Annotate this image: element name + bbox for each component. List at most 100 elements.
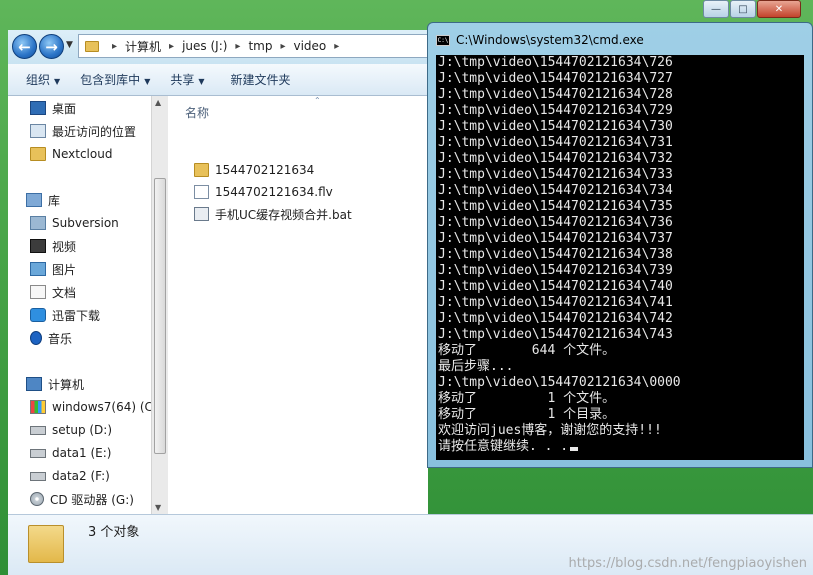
- console-line: J:\tmp\video\1544702121634\731: [438, 135, 673, 150]
- new-folder-button[interactable]: 新建文件夹: [221, 71, 301, 88]
- nav-item-thunder-downloads[interactable]: 迅雷下载: [30, 305, 100, 325]
- include-in-library-label: 包含到库中: [80, 73, 141, 87]
- nav-item-label: 最近访问的位置: [52, 124, 137, 139]
- breadcrumb-video[interactable]: video: [293, 39, 328, 53]
- nav-item-drive-g[interactable]: CD 驱动器 (G:): [30, 489, 134, 509]
- nav-item-drive-d[interactable]: setup (D:): [30, 420, 112, 440]
- organize-button[interactable]: 组织 ▼: [16, 71, 70, 88]
- organize-label: 组织: [26, 73, 51, 87]
- chevron-down-icon: ▼: [144, 77, 151, 86]
- desktop-icon: [30, 101, 46, 115]
- item-count: 3 个对象: [88, 525, 140, 540]
- back-button[interactable]: ←: [12, 34, 37, 59]
- folder-icon: [85, 40, 99, 52]
- share-button[interactable]: 共享 ▼: [160, 71, 214, 88]
- folder-icon: [28, 525, 64, 563]
- minimize-button[interactable]: —: [703, 0, 729, 18]
- address-box[interactable]: ▸ 计算机 ▸ jues (J:) ▸ tmp ▸ video ▸: [78, 34, 438, 58]
- file-item[interactable]: 1544702121634.flv: [194, 182, 333, 202]
- file-item[interactable]: 手机UC缓存视频合并.bat: [194, 204, 352, 224]
- console-line: J:\tmp\video\1544702121634\733: [438, 167, 673, 182]
- text-cursor: [570, 447, 579, 451]
- nav-item-label: CD 驱动器 (G:): [50, 492, 134, 507]
- nav-group-computer[interactable]: 计算机: [26, 374, 84, 394]
- document-icon: [30, 285, 46, 299]
- nav-item-music[interactable]: 音乐: [30, 328, 72, 348]
- nav-item-documents[interactable]: 文档: [30, 282, 76, 302]
- file-name: 1544702121634.flv: [215, 185, 333, 199]
- chevron-down-icon: ▼: [54, 77, 61, 86]
- console-line: J:\tmp\video\1544702121634\729: [438, 103, 673, 118]
- nav-item-label: 音乐: [48, 331, 73, 346]
- scrollbar-thumb[interactable]: [154, 178, 166, 454]
- file-item[interactable]: 1544702121634: [194, 160, 314, 180]
- console-icon: C:\: [436, 34, 450, 46]
- nav-group-libraries[interactable]: 库: [26, 190, 60, 210]
- nav-item-label: data2 (F:): [52, 469, 110, 483]
- file-name: 手机UC缓存视频合并.bat: [215, 207, 352, 222]
- console-line: J:\tmp\video\1544702121634\743: [438, 327, 673, 342]
- chevron-right-icon[interactable]: ▸: [235, 41, 240, 52]
- console-line: J:\tmp\video\1544702121634\732: [438, 151, 673, 166]
- flv-file-icon: [194, 185, 209, 199]
- scroll-down-icon[interactable]: ▼: [155, 503, 161, 512]
- nav-item-label: 文档: [52, 285, 77, 300]
- bat-file-icon: [194, 207, 209, 221]
- nav-item-recent-places[interactable]: 最近访问的位置: [30, 121, 136, 141]
- nav-pane-scrollbar[interactable]: ▲ ▼: [151, 96, 168, 514]
- console-line: 移动了 1 个目录。: [438, 407, 616, 422]
- library-icon: [26, 193, 42, 207]
- folder-icon: [194, 163, 209, 177]
- chevron-right-icon[interactable]: ▸: [112, 41, 117, 52]
- breadcrumb-tmp[interactable]: tmp: [247, 39, 273, 53]
- nav-item-label: setup (D:): [52, 423, 113, 437]
- close-button[interactable]: ✕: [757, 0, 801, 18]
- console-line: J:\tmp\video\1544702121634\735: [438, 199, 673, 214]
- history-dropdown-icon[interactable]: ▼: [66, 40, 73, 50]
- nav-item-videos[interactable]: 视频: [30, 236, 76, 256]
- chevron-right-icon[interactable]: ▸: [334, 41, 339, 52]
- nav-item-drive-c[interactable]: windows7(64) (C: [30, 397, 153, 417]
- navigation-pane: 桌面 最近访问的位置 Nextcloud 库 Subversion 视频 图片 …: [8, 96, 164, 514]
- hard-drive-icon: [30, 448, 46, 458]
- chevron-right-icon[interactable]: ▸: [280, 41, 285, 52]
- nav-item-drive-f[interactable]: data2 (F:): [30, 466, 110, 486]
- column-header-name[interactable]: 名称: [185, 104, 209, 121]
- console-line: J:\tmp\video\1544702121634\742: [438, 311, 673, 326]
- details-pane: 3 个对象 https://blog.csdn.net/fengpiaoyish…: [8, 514, 813, 575]
- nav-item-desktop[interactable]: 桌面: [30, 98, 76, 118]
- include-in-library-button[interactable]: 包含到库中 ▼: [70, 71, 160, 88]
- window-controls: — □ ✕: [703, 0, 802, 20]
- nav-item-pictures[interactable]: 图片: [30, 259, 76, 279]
- cmd-window: C:\ C:\Windows\system32\cmd.exe J:\tmp\v…: [427, 22, 813, 468]
- cd-drive-icon: [30, 492, 44, 506]
- console-line: J:\tmp\video\1544702121634\734: [438, 183, 673, 198]
- console-line: J:\tmp\video\1544702121634\736: [438, 215, 673, 230]
- file-list: ⌃ 名称 1544702121634 1544702121634.flv 手机U…: [168, 96, 428, 514]
- nav-item-drive-e[interactable]: data1 (E:): [30, 443, 111, 463]
- breadcrumb-computer[interactable]: 计算机: [124, 38, 162, 55]
- console-line: J:\tmp\video\1544702121634\741: [438, 295, 673, 310]
- maximize-button[interactable]: □: [730, 0, 756, 18]
- console-line: 移动了 1 个文件。: [438, 391, 616, 406]
- console-line: 移动了 644 个文件。: [438, 343, 616, 358]
- cmd-title: C:\Windows\system32\cmd.exe: [456, 33, 644, 47]
- console-line: 请按任意键继续. . .: [436, 439, 804, 455]
- breadcrumb-drive[interactable]: jues (J:): [181, 39, 228, 53]
- nav-item-subversion[interactable]: Subversion: [30, 213, 119, 233]
- scroll-up-icon[interactable]: ▲: [155, 98, 161, 107]
- chevron-right-icon[interactable]: ▸: [169, 41, 174, 52]
- console-output[interactable]: J:\tmp\video\1544702121634\726 J:\tmp\vid…: [436, 55, 804, 460]
- nav-item-label: windows7(64) (C: [52, 400, 153, 414]
- forward-button[interactable]: →: [39, 34, 64, 59]
- console-line: J:\tmp\video\1544702121634\727: [438, 71, 673, 86]
- nav-item-label: 视频: [52, 239, 77, 254]
- console-line: J:\tmp\video\1544702121634\740: [438, 279, 673, 294]
- nav-item-label: Subversion: [52, 216, 119, 230]
- music-icon: [30, 331, 42, 345]
- nav-item-nextcloud[interactable]: Nextcloud: [30, 144, 112, 164]
- picture-icon: [30, 262, 46, 276]
- cmd-title-bar[interactable]: C:\ C:\Windows\system32\cmd.exe: [436, 31, 644, 49]
- video-icon: [30, 239, 46, 253]
- thunder-download-icon: [30, 308, 46, 322]
